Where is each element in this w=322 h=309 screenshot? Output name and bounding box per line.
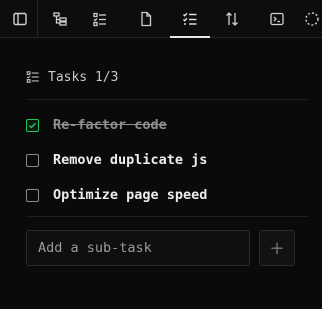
tasks-header: Tasks 1/3 <box>26 68 118 86</box>
checkmark-icon <box>28 122 37 128</box>
toolbar-divider <box>37 0 38 38</box>
file-icon <box>141 11 152 26</box>
add-subtask-button[interactable]: + <box>259 230 295 266</box>
list-checklist-icon <box>93 12 106 26</box>
sidebar-toggle-button[interactable] <box>0 0 40 37</box>
tasks-icon <box>183 12 197 25</box>
plus-icon: + <box>269 237 285 259</box>
task-label: Optimize page speed <box>53 187 208 203</box>
subtask-input[interactable] <box>26 230 250 266</box>
sort-tab[interactable] <box>212 0 252 37</box>
tree-structure-icon <box>53 11 67 26</box>
terminal-tab[interactable] <box>257 0 297 37</box>
task-item[interactable]: Remove duplicate js <box>26 150 207 170</box>
terminal-icon <box>270 12 284 25</box>
top-toolbar <box>0 0 322 38</box>
header-divider <box>26 99 308 100</box>
file-tab[interactable] <box>126 0 166 37</box>
task-item[interactable]: Optimize page speed <box>26 185 207 205</box>
checklist-tab[interactable] <box>80 0 120 37</box>
loading-icon <box>305 11 319 26</box>
task-checkbox[interactable] <box>26 118 39 132</box>
tasks-title: Tasks 1/3 <box>48 69 119 85</box>
task-checkbox[interactable] <box>26 188 39 202</box>
task-label: Remove duplicate js <box>53 152 208 168</box>
status-indicator[interactable] <box>294 0 322 37</box>
task-item[interactable]: Re-factor code <box>26 115 167 135</box>
task-checkbox[interactable] <box>26 153 39 167</box>
task-label: Re-factor code <box>53 117 167 133</box>
tasks-tab[interactable] <box>170 0 210 38</box>
checklist-icon <box>26 71 39 83</box>
structure-tab[interactable] <box>40 0 80 37</box>
sort-arrows-icon <box>226 11 238 26</box>
tasks-divider <box>26 216 308 217</box>
sidebar-toggle-icon <box>13 12 27 25</box>
